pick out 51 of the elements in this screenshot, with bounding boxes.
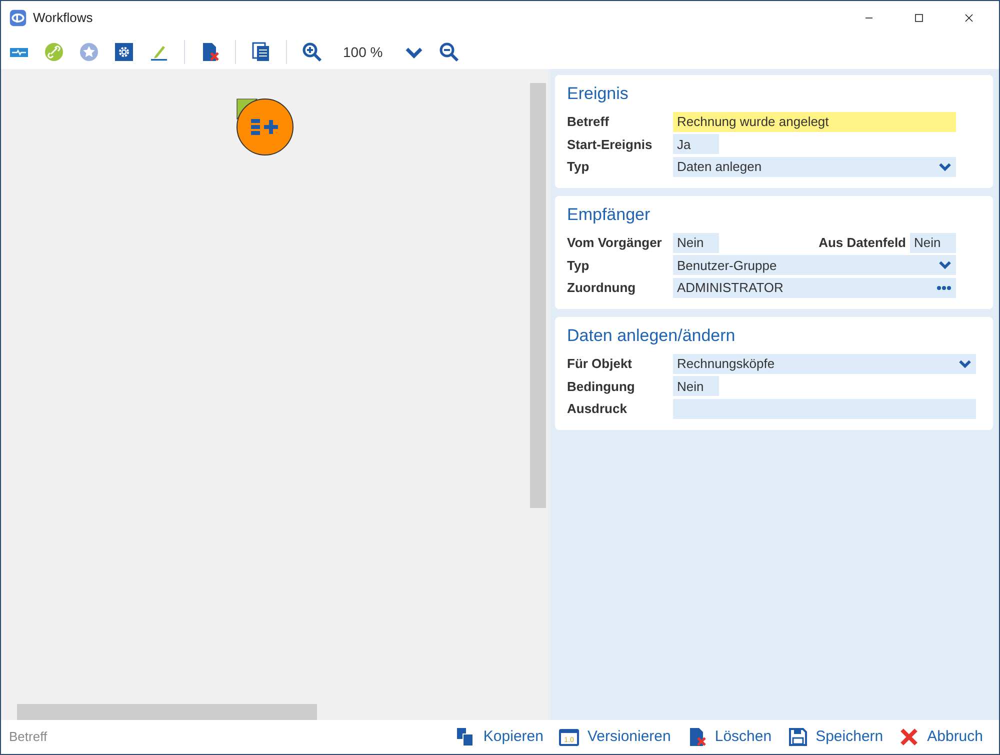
horizontal-scrollbar[interactable] (17, 704, 317, 720)
field-label: Bedingung (567, 378, 636, 396)
dropdown-value: Rechnungsköpfe (677, 355, 775, 373)
text-field[interactable] (673, 398, 976, 419)
field-label: Start-Ereignis (567, 136, 654, 154)
chevron-down-icon (938, 160, 952, 173)
field-label: Für Objekt (567, 355, 634, 373)
close-icon (899, 727, 920, 747)
dropdown-field[interactable]: Benutzer-Gruppe (673, 255, 956, 276)
field-label: Aus Datenfeld (818, 234, 906, 252)
field-label: Betreff (567, 113, 610, 131)
value-field[interactable]: Nein (673, 376, 719, 396)
footer-button[interactable]: Kopieren (447, 726, 552, 748)
status-text: Betreff (9, 728, 48, 746)
dropdown-field[interactable]: Rechnungsköpfe (673, 354, 976, 374)
field-label: Typ (567, 158, 590, 176)
pages-icon[interactable] (251, 42, 271, 62)
field-label: Ausdruck (567, 400, 628, 418)
footer-button[interactable]: Abbruch (891, 726, 991, 748)
footer-button[interactable]: Löschen (678, 726, 780, 748)
value-field[interactable]: Nein (673, 232, 719, 253)
field-label: Typ (567, 256, 590, 275)
app-logo-icon (9, 9, 27, 27)
maximize-icon[interactable] (912, 11, 926, 25)
value-field[interactable]: Nein (910, 232, 956, 253)
section-title: Ereignis (567, 83, 630, 105)
lookup-field[interactable]: ADMINISTRATOR (673, 278, 956, 298)
dropdown-field[interactable]: Daten anlegen (673, 156, 956, 177)
section-title: Daten anlegen/ändern (567, 325, 736, 347)
lookup-value: ADMINISTRATOR (677, 279, 784, 297)
gear-icon[interactable] (114, 42, 134, 62)
window-title: Workflows (33, 9, 93, 28)
field-label: Vom Vorgänger (567, 234, 663, 252)
vertical-scrollbar[interactable] (530, 83, 546, 508)
dropdown-value: Daten anlegen (677, 158, 762, 176)
copy-icon (455, 727, 476, 747)
zoom-level-text: 100 % (343, 42, 383, 62)
more-icon (936, 284, 952, 291)
save-icon (788, 727, 808, 747)
document-delete-icon[interactable] (200, 42, 220, 62)
value-field[interactable]: Ja (673, 134, 719, 154)
field-label: Zuordnung (567, 279, 637, 297)
text-field[interactable]: Rechnung wurde angelegt (673, 112, 956, 132)
dropdown-value: Benutzer-Gruppe (677, 256, 777, 275)
zoom-in-icon[interactable] (302, 42, 322, 62)
section-title: Empfänger (567, 204, 652, 226)
zoom-out-icon[interactable] (438, 42, 459, 62)
footer-button[interactable]: Speichern (780, 726, 892, 748)
event-node-drawing[interactable] (235, 97, 295, 157)
chevron-down-icon (938, 259, 952, 272)
chevron-down-icon (958, 358, 972, 370)
